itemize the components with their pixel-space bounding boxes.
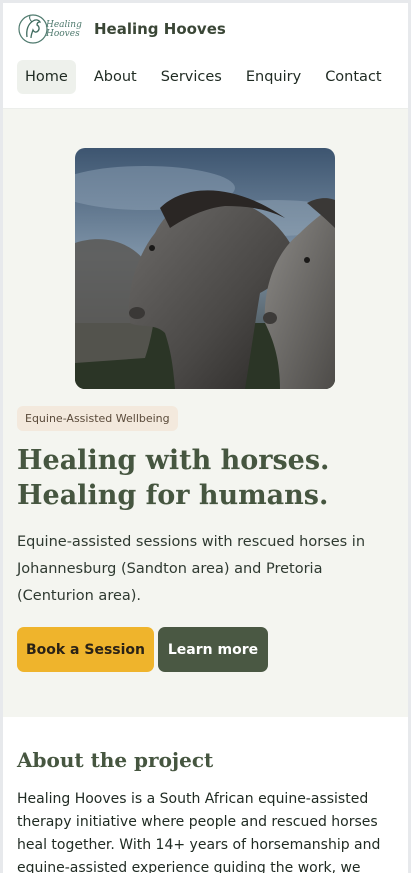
hero-title-line-1: Healing with horses. xyxy=(17,445,330,476)
nav-item-enquiry[interactable]: Enquiry xyxy=(238,60,309,94)
nav-item-contact[interactable]: Contact xyxy=(317,60,389,94)
hero-actions: Book a Session Learn more xyxy=(17,627,408,672)
horse-logo-icon xyxy=(18,14,48,44)
brand-name[interactable]: Healing Hooves xyxy=(94,20,226,38)
horses-photo xyxy=(75,148,335,389)
app-frame: Healing Hooves Healing Hooves Home About… xyxy=(0,0,411,873)
main-nav: Home About Services Enquiry Contact xyxy=(3,55,408,99)
about-title: About the project xyxy=(17,748,214,772)
book-session-button[interactable]: Book a Session xyxy=(17,627,154,672)
about-section: About the project Healing Hooves is a So… xyxy=(3,717,408,873)
nav-item-services[interactable]: Services xyxy=(153,60,230,94)
logo[interactable]: Healing Hooves xyxy=(18,11,86,47)
logo-wordmark: Healing Hooves xyxy=(46,21,82,39)
brand[interactable]: Healing Hooves Healing Hooves xyxy=(3,3,408,55)
logo-line-2: Hooves xyxy=(46,29,80,39)
hero-subtitle: Equine-assisted sessions with rescued ho… xyxy=(17,534,366,604)
hero-image xyxy=(75,148,335,389)
nav-item-home[interactable]: Home xyxy=(17,60,76,94)
hero-title: Healing with horses. Healing for humans. xyxy=(17,443,397,513)
learn-more-button[interactable]: Learn more xyxy=(158,627,268,672)
about-body: Healing Hooves is a South African equine… xyxy=(17,791,381,873)
hero-badge: Equine-Assisted Wellbeing xyxy=(17,406,178,431)
hero-section: Equine-Assisted Wellbeing Healing with h… xyxy=(3,109,408,717)
hero-title-line-2: Healing for humans. xyxy=(17,480,329,511)
nav-item-about[interactable]: About xyxy=(86,60,145,94)
site-header: Healing Hooves Healing Hooves Home About… xyxy=(3,3,408,109)
